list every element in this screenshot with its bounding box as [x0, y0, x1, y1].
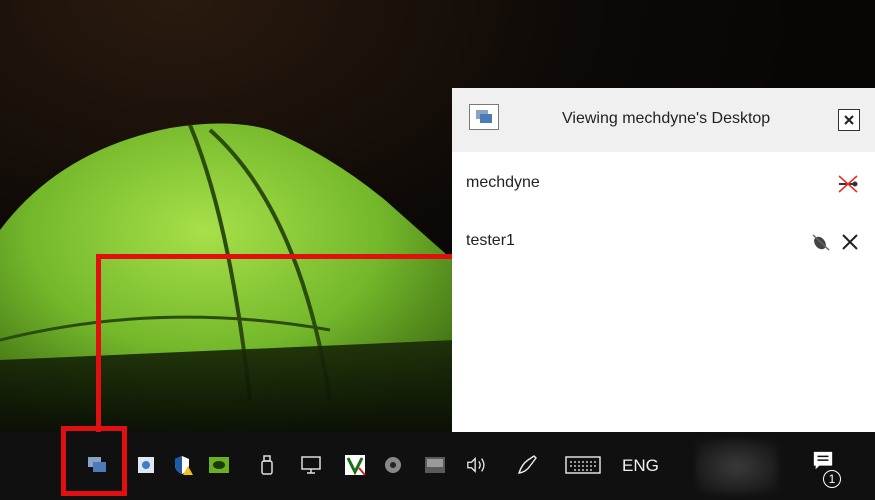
user-name: tester1 — [466, 232, 515, 249]
taskbar: ENG 1 — [0, 432, 875, 500]
highlight-connector-horizontal — [96, 254, 452, 259]
notification-count-badge: 1 — [823, 470, 841, 488]
input-disabled-icon[interactable] — [836, 172, 860, 196]
highlight-box — [61, 426, 127, 496]
close-icon[interactable] — [838, 109, 860, 131]
user-name: mechdyne — [466, 174, 540, 191]
highlight-connector-vertical — [96, 254, 101, 432]
user-row: mechdyne — [452, 164, 875, 204]
disc-icon[interactable] — [382, 454, 404, 476]
popup-title: Viewing mechdyne's Desktop — [562, 110, 771, 127]
shared-desktop-app-icon — [469, 104, 499, 130]
v-app-icon[interactable] — [344, 454, 366, 476]
disconnect-user-icon[interactable] — [838, 230, 862, 254]
notification-center-icon[interactable] — [812, 450, 834, 472]
popup-header: Viewing mechdyne's Desktop — [452, 88, 875, 152]
user-row: tester1 — [452, 222, 875, 262]
mouse-disabled-icon[interactable] — [809, 230, 833, 254]
volume-icon[interactable] — [466, 454, 488, 476]
viewing-desktop-popup: Viewing mechdyne's Desktop mechdyne test… — [452, 88, 875, 432]
keyboard-icon[interactable] — [564, 454, 602, 476]
pen-icon[interactable] — [516, 454, 538, 476]
language-indicator[interactable]: ENG — [622, 456, 659, 476]
usb-icon[interactable] — [256, 454, 278, 476]
clock[interactable] — [696, 440, 778, 494]
network-icon[interactable] — [300, 454, 322, 476]
app-tray-icon[interactable] — [135, 454, 157, 476]
nvidia-icon[interactable] — [208, 454, 230, 476]
media-app-icon[interactable] — [424, 454, 446, 476]
security-warning-icon[interactable] — [172, 454, 194, 476]
